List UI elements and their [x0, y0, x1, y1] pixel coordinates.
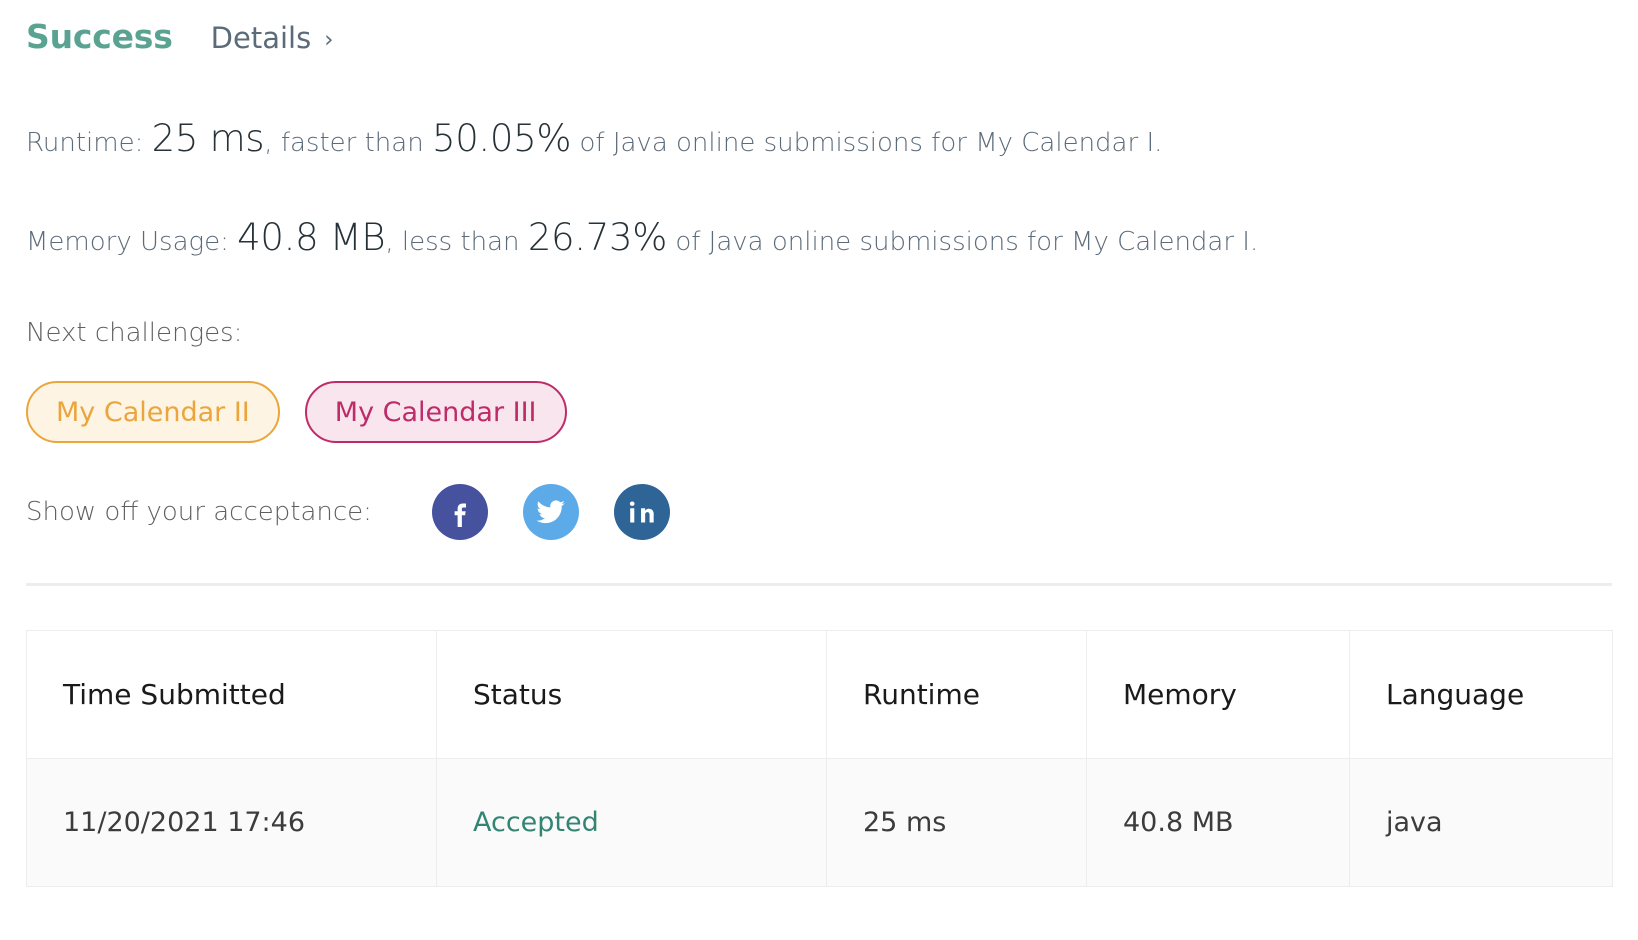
memory-prefix: Memory Usage:	[26, 227, 229, 257]
cell-memory: 40.8 MB	[1086, 758, 1350, 887]
status-header: Success Details ›	[26, 0, 1612, 62]
cell-runtime: 25 ms	[826, 758, 1087, 887]
memory-middle: , less than	[385, 227, 520, 257]
facebook-share-button[interactable]	[431, 484, 488, 540]
runtime-stat-line: Runtime: 25 ms, faster than 50.05% of Ja…	[26, 120, 1612, 157]
section-divider	[26, 583, 1612, 586]
column-header-memory[interactable]: Memory	[1086, 630, 1350, 759]
column-header-runtime[interactable]: Runtime	[826, 630, 1087, 759]
memory-value: 40.8 MB	[237, 216, 386, 259]
column-header-time-submitted[interactable]: Time Submitted	[26, 630, 437, 759]
table-row[interactable]: 11/20/2021 17:46 Accepted 25 ms 40.8 MB …	[26, 758, 1613, 887]
chevron-right-icon: ›	[324, 27, 334, 53]
details-link[interactable]: Details ›	[211, 24, 334, 53]
memory-stat-line: Memory Usage: 40.8 MB, less than 26.73% …	[26, 219, 1612, 256]
table-header-row: Time Submitted Status Runtime Memory Lan…	[26, 630, 1613, 759]
next-challenges-label: Next challenges:	[26, 318, 243, 348]
column-header-language[interactable]: Language	[1349, 630, 1613, 759]
table-head: Time Submitted Status Runtime Memory Lan…	[26, 630, 1613, 759]
submission-result-page: Success Details › Runtime: 25 ms, faster…	[0, 0, 1638, 940]
runtime-percentile: 50.05%	[431, 117, 572, 160]
cell-time-submitted[interactable]: 11/20/2021 17:46	[26, 758, 437, 887]
challenge-link-my-calendar-ii[interactable]: My Calendar II	[26, 381, 280, 443]
share-label: Show off your acceptance:	[26, 497, 372, 527]
submissions-table: Time Submitted Status Runtime Memory Lan…	[26, 630, 1613, 887]
twitter-share-button[interactable]	[522, 484, 579, 540]
runtime-prefix: Runtime:	[26, 128, 144, 158]
share-row: Show off your acceptance:	[26, 483, 1612, 541]
cell-status[interactable]: Accepted	[436, 758, 827, 887]
memory-suffix: of Java online submissions for My Calend…	[675, 227, 1259, 257]
facebook-icon	[454, 503, 466, 527]
table-body: 11/20/2021 17:46 Accepted 25 ms 40.8 MB …	[26, 758, 1613, 887]
status-title: Success	[26, 17, 173, 56]
runtime-value: 25 ms	[151, 117, 265, 160]
memory-percentile: 26.73%	[527, 216, 668, 259]
twitter-icon	[536, 500, 565, 524]
column-header-status[interactable]: Status	[436, 630, 827, 759]
details-label: Details	[210, 21, 312, 55]
cell-language: java	[1349, 758, 1613, 887]
challenge-link-my-calendar-iii[interactable]: My Calendar III	[304, 381, 567, 443]
linkedin-share-button[interactable]	[613, 484, 670, 540]
linkedin-icon	[629, 501, 654, 523]
runtime-middle: , faster than	[264, 128, 424, 158]
runtime-suffix: of Java online submissions for My Calend…	[579, 128, 1163, 158]
social-button-group	[431, 484, 670, 540]
next-challenges-list: My Calendar II My Calendar III	[26, 381, 1612, 443]
